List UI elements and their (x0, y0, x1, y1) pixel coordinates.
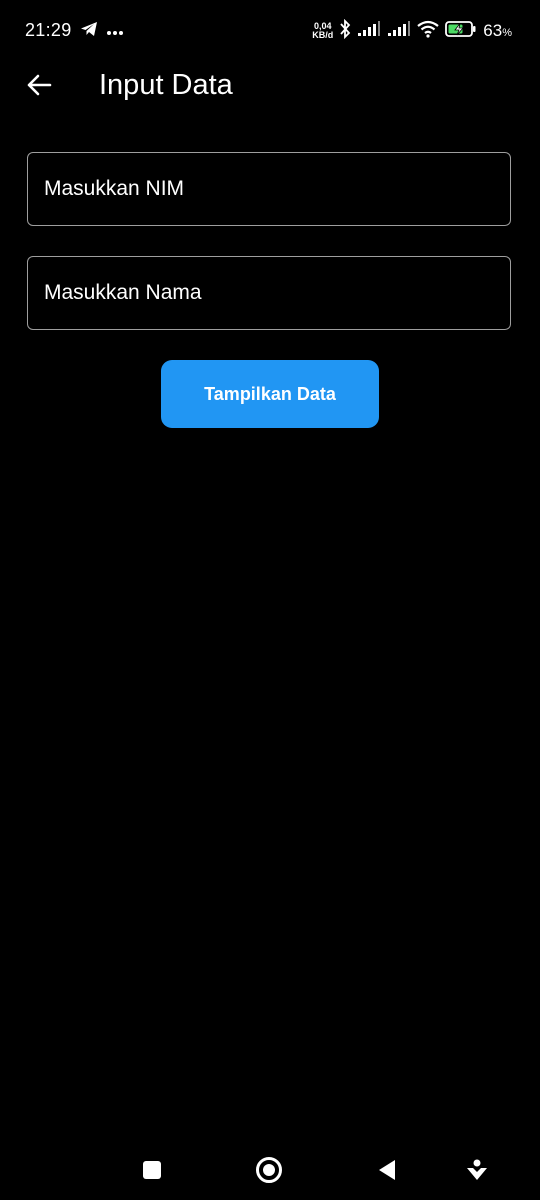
battery-percent-unit: % (502, 27, 512, 39)
status-bar: 21:29 0,04 KB/d 63% (0, 0, 540, 62)
status-system-icons: 0,04 KB/d 63% (312, 18, 512, 44)
battery-percent: 63% (483, 21, 512, 41)
signal-icon (357, 20, 381, 42)
signal-icon (387, 20, 411, 42)
nama-input[interactable] (27, 256, 511, 330)
battery-charging-icon (445, 20, 477, 43)
recents-button[interactable] (135, 1153, 169, 1187)
status-time: 21:29 (25, 20, 72, 40)
back-button[interactable] (22, 68, 56, 102)
network-speed: 0,04 KB/d (312, 22, 333, 40)
home-circle-icon (256, 1157, 282, 1183)
more-dots-icon (106, 23, 124, 41)
recents-square-icon (143, 1161, 161, 1179)
wifi-icon (417, 20, 439, 43)
page-title: Input Data (99, 69, 233, 101)
back-triangle-icon (379, 1160, 395, 1180)
assistant-button[interactable] (460, 1153, 494, 1187)
network-speed-unit: KB/d (312, 30, 334, 40)
status-notification-icons (80, 21, 124, 42)
home-button[interactable] (252, 1153, 286, 1187)
bluetooth-icon (339, 18, 351, 44)
arrow-left-icon (27, 74, 52, 96)
system-navigation-bar (0, 1140, 540, 1200)
nav-back-button[interactable] (370, 1153, 404, 1187)
telegram-icon (80, 21, 98, 42)
assistant-icon (467, 1159, 487, 1180)
tampilkan-data-button[interactable]: Tampilkan Data (161, 360, 379, 428)
app-bar: Input Data (0, 62, 540, 108)
battery-percent-value: 63 (483, 21, 503, 40)
nim-input[interactable] (27, 152, 511, 226)
